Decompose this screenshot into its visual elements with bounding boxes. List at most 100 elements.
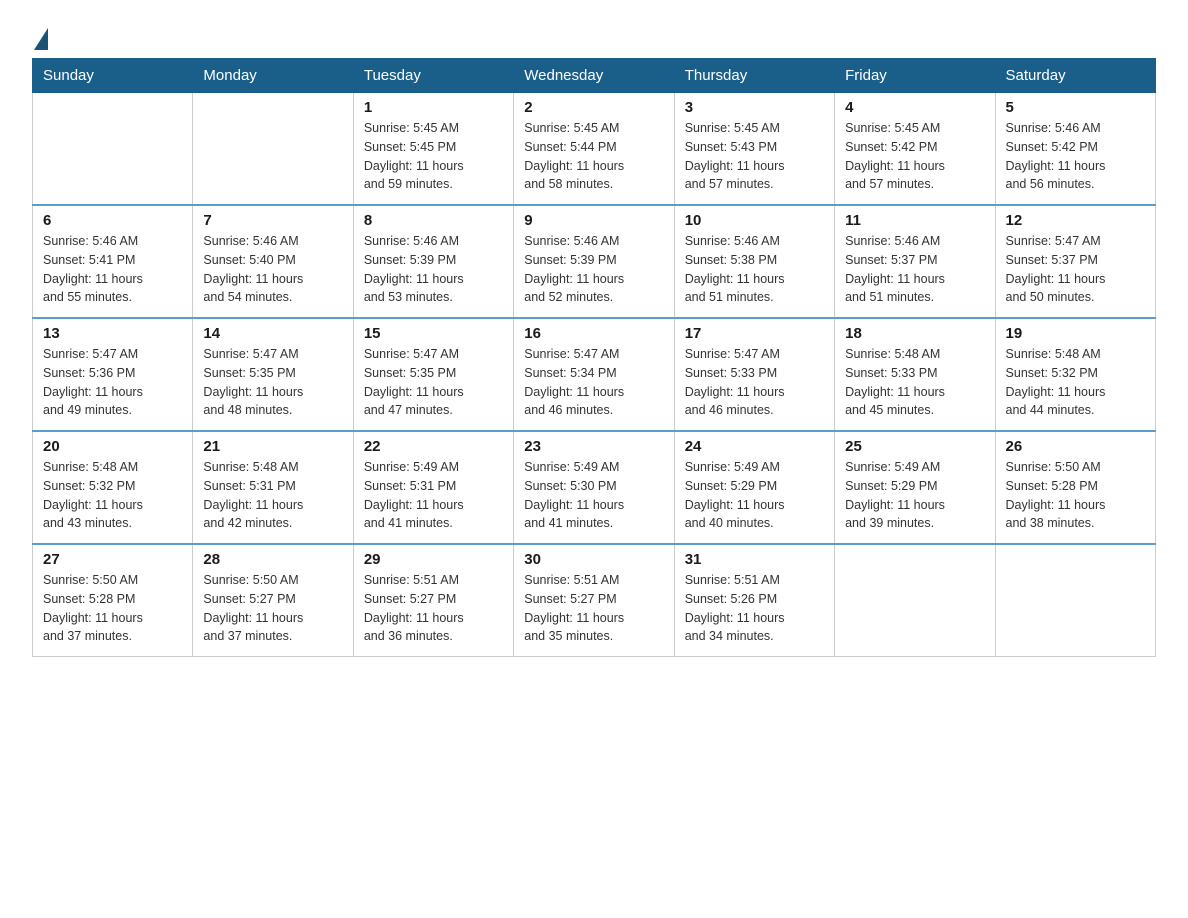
calendar-cell: 31 Sunrise: 5:51 AM Sunset: 5:26 PM Dayli… bbox=[674, 544, 834, 657]
day-number: 31 bbox=[685, 551, 824, 568]
calendar-cell: 28 Sunrise: 5:50 AM Sunset: 5:27 PM Dayli… bbox=[193, 544, 353, 657]
calendar-cell bbox=[33, 93, 193, 206]
day-info-text: Sunrise: 5:45 AM Sunset: 5:42 PM Dayligh… bbox=[845, 119, 984, 194]
day-number: 16 bbox=[524, 325, 663, 342]
calendar-week-row: 13 Sunrise: 5:47 AM Sunset: 5:36 PM Dayli… bbox=[33, 318, 1156, 431]
calendar-cell: 18 Sunrise: 5:48 AM Sunset: 5:33 PM Dayli… bbox=[835, 318, 995, 431]
day-number: 14 bbox=[203, 325, 342, 342]
day-info-text: Sunrise: 5:46 AM Sunset: 5:39 PM Dayligh… bbox=[364, 232, 503, 307]
day-of-week-header: Thursday bbox=[674, 59, 834, 93]
day-info-text: Sunrise: 5:47 AM Sunset: 5:33 PM Dayligh… bbox=[685, 345, 824, 420]
day-info-text: Sunrise: 5:48 AM Sunset: 5:31 PM Dayligh… bbox=[203, 458, 342, 533]
day-info-text: Sunrise: 5:51 AM Sunset: 5:27 PM Dayligh… bbox=[524, 571, 663, 646]
day-number: 30 bbox=[524, 551, 663, 568]
day-info-text: Sunrise: 5:50 AM Sunset: 5:28 PM Dayligh… bbox=[43, 571, 182, 646]
calendar-cell: 3 Sunrise: 5:45 AM Sunset: 5:43 PM Daylig… bbox=[674, 93, 834, 206]
calendar-cell: 21 Sunrise: 5:48 AM Sunset: 5:31 PM Dayli… bbox=[193, 431, 353, 544]
calendar-cell: 8 Sunrise: 5:46 AM Sunset: 5:39 PM Daylig… bbox=[353, 205, 513, 318]
day-number: 8 bbox=[364, 212, 503, 229]
calendar-cell: 25Sunrise: 5:49 AM Sunset: 5:29 PM Dayli… bbox=[835, 431, 995, 544]
calendar-cell: 13 Sunrise: 5:47 AM Sunset: 5:36 PM Dayli… bbox=[33, 318, 193, 431]
day-info-text: Sunrise: 5:51 AM Sunset: 5:27 PM Dayligh… bbox=[364, 571, 503, 646]
day-number: 13 bbox=[43, 325, 182, 342]
day-info-text: Sunrise: 5:45 AM Sunset: 5:44 PM Dayligh… bbox=[524, 119, 663, 194]
day-info-text: Sunrise: 5:49 AM Sunset: 5:29 PM Dayligh… bbox=[845, 458, 984, 533]
calendar-cell: 15 Sunrise: 5:47 AM Sunset: 5:35 PM Dayli… bbox=[353, 318, 513, 431]
day-info-text: Sunrise: 5:46 AM Sunset: 5:42 PM Dayligh… bbox=[1006, 119, 1145, 194]
calendar-cell: 7Sunrise: 5:46 AM Sunset: 5:40 PM Daylig… bbox=[193, 205, 353, 318]
day-number: 2 bbox=[524, 99, 663, 116]
calendar-cell: 24 Sunrise: 5:49 AM Sunset: 5:29 PM Dayli… bbox=[674, 431, 834, 544]
logo-triangle-icon bbox=[34, 28, 48, 50]
calendar-cell: 22Sunrise: 5:49 AM Sunset: 5:31 PM Dayli… bbox=[353, 431, 513, 544]
day-number: 19 bbox=[1006, 325, 1145, 342]
day-info-text: Sunrise: 5:45 AM Sunset: 5:43 PM Dayligh… bbox=[685, 119, 824, 194]
day-info-text: Sunrise: 5:49 AM Sunset: 5:30 PM Dayligh… bbox=[524, 458, 663, 533]
calendar-cell: 16 Sunrise: 5:47 AM Sunset: 5:34 PM Dayli… bbox=[514, 318, 674, 431]
calendar-week-row: 27Sunrise: 5:50 AM Sunset: 5:28 PM Dayli… bbox=[33, 544, 1156, 657]
day-number: 20 bbox=[43, 438, 182, 455]
calendar-cell: 5 Sunrise: 5:46 AM Sunset: 5:42 PM Daylig… bbox=[995, 93, 1155, 206]
day-number: 17 bbox=[685, 325, 824, 342]
day-number: 7 bbox=[203, 212, 342, 229]
calendar-cell: 4 Sunrise: 5:45 AM Sunset: 5:42 PM Daylig… bbox=[835, 93, 995, 206]
calendar-week-row: 6Sunrise: 5:46 AM Sunset: 5:41 PM Daylig… bbox=[33, 205, 1156, 318]
day-info-text: Sunrise: 5:49 AM Sunset: 5:29 PM Dayligh… bbox=[685, 458, 824, 533]
calendar-cell: 2 Sunrise: 5:45 AM Sunset: 5:44 PM Daylig… bbox=[514, 93, 674, 206]
day-info-text: Sunrise: 5:45 AM Sunset: 5:45 PM Dayligh… bbox=[364, 119, 503, 194]
calendar-cell: 1Sunrise: 5:45 AM Sunset: 5:45 PM Daylig… bbox=[353, 93, 513, 206]
day-number: 24 bbox=[685, 438, 824, 455]
day-number: 4 bbox=[845, 99, 984, 116]
calendar-cell: 26 Sunrise: 5:50 AM Sunset: 5:28 PM Dayli… bbox=[995, 431, 1155, 544]
day-of-week-header: Monday bbox=[193, 59, 353, 93]
day-number: 3 bbox=[685, 99, 824, 116]
calendar-week-row: 1Sunrise: 5:45 AM Sunset: 5:45 PM Daylig… bbox=[33, 93, 1156, 206]
calendar-cell: 12Sunrise: 5:47 AM Sunset: 5:37 PM Dayli… bbox=[995, 205, 1155, 318]
calendar-cell bbox=[995, 544, 1155, 657]
day-number: 26 bbox=[1006, 438, 1145, 455]
day-info-text: Sunrise: 5:46 AM Sunset: 5:38 PM Dayligh… bbox=[685, 232, 824, 307]
day-info-text: Sunrise: 5:50 AM Sunset: 5:27 PM Dayligh… bbox=[203, 571, 342, 646]
day-info-text: Sunrise: 5:51 AM Sunset: 5:26 PM Dayligh… bbox=[685, 571, 824, 646]
day-info-text: Sunrise: 5:48 AM Sunset: 5:32 PM Dayligh… bbox=[43, 458, 182, 533]
day-info-text: Sunrise: 5:48 AM Sunset: 5:33 PM Dayligh… bbox=[845, 345, 984, 420]
day-info-text: Sunrise: 5:47 AM Sunset: 5:37 PM Dayligh… bbox=[1006, 232, 1145, 307]
day-number: 21 bbox=[203, 438, 342, 455]
day-number: 28 bbox=[203, 551, 342, 568]
day-info-text: Sunrise: 5:47 AM Sunset: 5:35 PM Dayligh… bbox=[203, 345, 342, 420]
header bbox=[32, 24, 1156, 48]
day-info-text: Sunrise: 5:46 AM Sunset: 5:37 PM Dayligh… bbox=[845, 232, 984, 307]
day-number: 5 bbox=[1006, 99, 1145, 116]
calendar-cell bbox=[835, 544, 995, 657]
day-number: 18 bbox=[845, 325, 984, 342]
calendar-cell: 27Sunrise: 5:50 AM Sunset: 5:28 PM Dayli… bbox=[33, 544, 193, 657]
calendar-week-row: 20 Sunrise: 5:48 AM Sunset: 5:32 PM Dayli… bbox=[33, 431, 1156, 544]
calendar-cell: 19 Sunrise: 5:48 AM Sunset: 5:32 PM Dayli… bbox=[995, 318, 1155, 431]
day-info-text: Sunrise: 5:48 AM Sunset: 5:32 PM Dayligh… bbox=[1006, 345, 1145, 420]
day-of-week-header: Saturday bbox=[995, 59, 1155, 93]
day-of-week-header: Sunday bbox=[33, 59, 193, 93]
calendar-table: SundayMondayTuesdayWednesdayThursdayFrid… bbox=[32, 58, 1156, 657]
calendar-cell: 10Sunrise: 5:46 AM Sunset: 5:38 PM Dayli… bbox=[674, 205, 834, 318]
day-info-text: Sunrise: 5:49 AM Sunset: 5:31 PM Dayligh… bbox=[364, 458, 503, 533]
day-info-text: Sunrise: 5:47 AM Sunset: 5:34 PM Dayligh… bbox=[524, 345, 663, 420]
day-of-week-header: Friday bbox=[835, 59, 995, 93]
day-number: 15 bbox=[364, 325, 503, 342]
calendar-cell: 14 Sunrise: 5:47 AM Sunset: 5:35 PM Dayli… bbox=[193, 318, 353, 431]
day-info-text: Sunrise: 5:47 AM Sunset: 5:35 PM Dayligh… bbox=[364, 345, 503, 420]
day-info-text: Sunrise: 5:47 AM Sunset: 5:36 PM Dayligh… bbox=[43, 345, 182, 420]
calendar-header-row: SundayMondayTuesdayWednesdayThursdayFrid… bbox=[33, 59, 1156, 93]
calendar-cell: 29Sunrise: 5:51 AM Sunset: 5:27 PM Dayli… bbox=[353, 544, 513, 657]
day-number: 9 bbox=[524, 212, 663, 229]
calendar-cell: 9 Sunrise: 5:46 AM Sunset: 5:39 PM Daylig… bbox=[514, 205, 674, 318]
day-info-text: Sunrise: 5:50 AM Sunset: 5:28 PM Dayligh… bbox=[1006, 458, 1145, 533]
calendar-cell: 17 Sunrise: 5:47 AM Sunset: 5:33 PM Dayli… bbox=[674, 318, 834, 431]
logo bbox=[32, 24, 48, 48]
day-number: 6 bbox=[43, 212, 182, 229]
calendar-cell: 30 Sunrise: 5:51 AM Sunset: 5:27 PM Dayli… bbox=[514, 544, 674, 657]
day-number: 11 bbox=[845, 212, 984, 229]
day-of-week-header: Wednesday bbox=[514, 59, 674, 93]
calendar-cell: 23Sunrise: 5:49 AM Sunset: 5:30 PM Dayli… bbox=[514, 431, 674, 544]
day-info-text: Sunrise: 5:46 AM Sunset: 5:39 PM Dayligh… bbox=[524, 232, 663, 307]
day-of-week-header: Tuesday bbox=[353, 59, 513, 93]
